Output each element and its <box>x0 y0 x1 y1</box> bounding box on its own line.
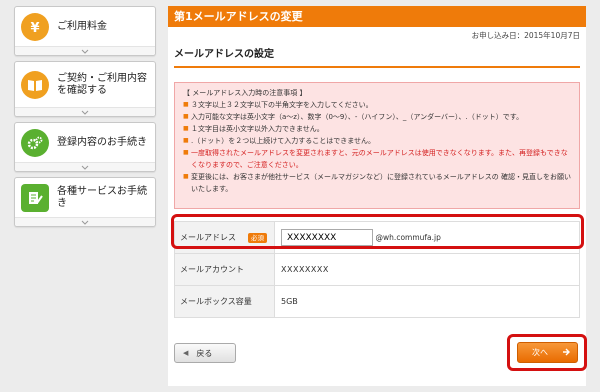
book-icon <box>21 71 49 99</box>
notice-item: ■ 変更後には、お客さまが他社サービス（メールマガジンなど）に登録されているメール… <box>183 173 572 193</box>
sidebar: ¥ ご利用料金 ご契約・ご利用内容を確認する 登録内容のお手続き 各種サービスお… <box>14 6 156 232</box>
notice-box: 【 メールアドレス入力時の注意事項 】 ■ ３文字以上３２文字以下の半角文字を入力… <box>174 82 580 209</box>
required-badge: 必須 <box>248 233 267 243</box>
mailbox-value: 5GB <box>274 285 580 318</box>
email-label-cell: メールアドレス 必須 <box>174 221 275 254</box>
sidebar-item-services[interactable]: 各種サービスお手続き <box>14 177 156 227</box>
bullet-icon: ■ <box>183 101 189 108</box>
email-domain: @wh.commufa.jp <box>375 233 441 242</box>
email-label: メールアドレス <box>180 233 236 242</box>
sidebar-item-contract[interactable]: ご契約・ご利用内容を確認する <box>14 61 156 117</box>
sidebar-item-label: 各種サービスお手続き <box>57 186 147 209</box>
email-value-cell: @wh.commufa.jp <box>274 221 580 254</box>
notice-item: ■ .（ドット）を２つ以上続けて入力することはできません。 <box>183 137 376 145</box>
application-date: お申し込み日：2015年10月7日 <box>471 31 580 40</box>
next-button-label: 次へ <box>532 348 548 357</box>
back-button-label: 戻る <box>196 348 213 358</box>
bullet-icon: ■ <box>183 137 189 144</box>
arrow-right-icon <box>562 348 571 358</box>
notice-item-warning: ■ 一度取得されたメールアドレスを変更されますと、元のメールアドレスは使用できなく… <box>183 149 568 169</box>
notice-item: ■ ３文字以上３２文字以下の半角文字を入力してください。 <box>183 101 373 109</box>
bullet-icon: ■ <box>183 173 189 180</box>
sidebar-item-label: 登録内容のお手続き <box>57 137 147 148</box>
table-row: メールボックス容量 5GB <box>174 285 580 318</box>
sidebar-item-fees[interactable]: ¥ ご利用料金 <box>14 6 156 56</box>
email-input[interactable] <box>281 229 373 246</box>
mailbox-label: メールボックス容量 <box>174 285 275 318</box>
back-button[interactable]: ◀ 戻る <box>174 343 236 363</box>
chevron-down-icon <box>15 46 155 55</box>
sidebar-item-label: ご利用料金 <box>57 21 107 32</box>
yen-icon: ¥ <box>21 13 49 41</box>
main-panel: 第1メールアドレスの変更 お申し込み日：2015年10月7日 メールアドレスの設… <box>168 6 586 386</box>
next-button[interactable]: 次へ <box>517 342 578 363</box>
section-title: メールアドレスの設定 <box>174 40 580 68</box>
bullet-icon: ■ <box>183 149 189 156</box>
sidebar-item-label: ご契約・ご利用内容を確認する <box>57 73 147 96</box>
bullet-icon: ■ <box>183 125 189 132</box>
bullet-icon: ■ <box>183 113 189 120</box>
sidebar-item-registration[interactable]: 登録内容のお手続き <box>14 122 156 172</box>
table-row: メールアカウント XXXXXXXX <box>174 253 580 286</box>
back-arrow-icon: ◀ <box>183 349 189 357</box>
chevron-down-icon <box>15 162 155 171</box>
account-value: XXXXXXXX <box>274 253 580 286</box>
chevron-down-icon <box>15 217 155 226</box>
notice-heading: 【 メールアドレス入力時の注意事項 】 <box>183 89 307 97</box>
svg-text:¥: ¥ <box>30 21 39 35</box>
account-label: メールアカウント <box>174 253 275 286</box>
document-pen-icon <box>21 184 49 212</box>
email-form-table: メールアドレス 必須 @wh.commufa.jp メールアカウント XXXXXX… <box>174 221 580 318</box>
chevron-down-icon <box>15 107 155 116</box>
notice-item: ■ １文字目は英小文字以外入力できません。 <box>183 125 324 133</box>
gear-icon <box>21 129 49 157</box>
table-row: メールアドレス 必須 @wh.commufa.jp <box>174 221 580 254</box>
notice-item: ■ 入力可能な文字は英小文字（a〜z）、数字（0〜9）、-（ハイフン）、_（アンダ… <box>183 113 524 121</box>
page-title: 第1メールアドレスの変更 <box>168 6 586 27</box>
